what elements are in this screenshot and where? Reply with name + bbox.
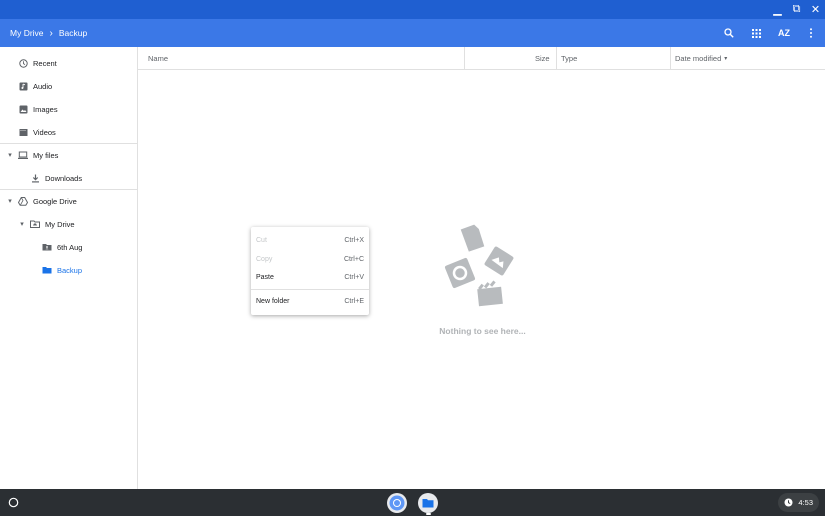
sidebar-item-label: Backup <box>57 265 83 275</box>
breadcrumb-my-drive[interactable]: My Drive <box>10 28 44 38</box>
sidebar-item-label: Downloads <box>45 173 83 183</box>
audio-icon <box>444 257 476 289</box>
sidebar-item-recent[interactable]: Recent <box>0 53 137 73</box>
column-label: Type <box>561 53 578 63</box>
image-icon <box>18 104 28 114</box>
column-date-modified[interactable]: Date modified ▾ <box>675 47 727 69</box>
files-folder-icon <box>422 499 434 508</box>
column-size[interactable]: Size <box>535 47 550 69</box>
launcher-button[interactable] <box>6 495 21 510</box>
menu-item-copy[interactable]: Copy Ctrl+C <box>251 251 369 267</box>
menu-item-shortcut: Ctrl+E <box>344 297 364 305</box>
column-type[interactable]: Type <box>561 47 577 69</box>
shelf: 4:53 <box>0 489 825 516</box>
download-icon <box>30 173 40 183</box>
sort-arrow-down-icon: ▾ <box>724 55 728 62</box>
sidebar-item-label: 6th Aug <box>57 242 83 252</box>
chrome-icon <box>389 495 405 511</box>
column-label: Name <box>148 53 169 63</box>
sidebar-item-label: Recent <box>33 58 57 68</box>
files-app-button[interactable] <box>418 493 438 513</box>
menu-item-shortcut: Ctrl+V <box>344 273 364 281</box>
menu-item-label: Paste <box>256 273 274 281</box>
empty-folder-illustration <box>444 224 514 307</box>
breadcrumb-backup[interactable]: Backup <box>59 28 87 38</box>
column-label: Date modified <box>675 53 722 63</box>
app-header: My Drive › Backup AZ <box>0 19 825 47</box>
sidebar-item-downloads[interactable]: Downloads <box>0 168 137 188</box>
clock-time: 4:53 <box>798 498 813 507</box>
sidebar-item-label: Videos <box>33 127 56 137</box>
video-icon <box>477 280 503 307</box>
menu-item-paste[interactable]: Paste Ctrl+V <box>251 269 369 285</box>
empty-state-text: Nothing to see here... <box>439 326 526 336</box>
window-titlebar: ▁ ⧉ ✕ <box>0 0 825 19</box>
audio-icon <box>18 81 28 91</box>
breadcrumb: My Drive › Backup <box>10 19 87 47</box>
launcher-circle-icon <box>8 497 19 508</box>
folder-icon <box>42 265 52 275</box>
sort-button[interactable]: AZ <box>774 23 794 43</box>
image-icon <box>484 246 514 276</box>
menu-item-cut[interactable]: Cut Ctrl+X <box>251 232 369 248</box>
more-options-button[interactable] <box>801 23 821 43</box>
drive-icon <box>18 196 28 206</box>
search-icon <box>724 28 734 38</box>
file-icon <box>460 224 485 252</box>
sidebar-item-my-drive[interactable]: My Drive <box>0 214 137 234</box>
running-indicator <box>426 513 431 515</box>
search-button[interactable] <box>719 23 739 43</box>
status-icon <box>784 498 793 507</box>
chevron-right-icon: › <box>49 27 53 39</box>
menu-item-label: New folder <box>256 297 290 305</box>
column-label: Size <box>535 53 550 63</box>
more-vert-icon <box>810 28 812 38</box>
menu-item-label: Cut <box>256 236 267 244</box>
column-divider[interactable] <box>556 47 557 69</box>
menu-item-new-folder[interactable]: New folder Ctrl+E <box>251 293 369 309</box>
sidebar-item-backup[interactable]: Backup <box>0 260 137 280</box>
sidebar-item-label: My Drive <box>45 219 75 229</box>
status-tray[interactable]: 4:53 <box>778 493 819 512</box>
close-button[interactable]: ✕ <box>806 0 825 19</box>
divider <box>0 189 137 190</box>
minimize-button[interactable]: ▁ <box>768 0 787 19</box>
grid-icon <box>751 28 761 38</box>
video-icon <box>18 127 28 137</box>
file-list-header: Name Size Type Date modified ▾ <box>138 47 825 70</box>
sidebar-item-my-files[interactable]: My files <box>0 145 137 165</box>
sidebar-item-videos[interactable]: Videos <box>0 122 137 142</box>
laptop-icon <box>18 150 28 160</box>
menu-item-shortcut: Ctrl+X <box>344 236 364 244</box>
sidebar-item-label: Audio <box>33 81 53 91</box>
sidebar: Recent Audio Images Videos ▾ My files Do… <box>0 47 138 489</box>
menu-item-label: Copy <box>256 255 273 263</box>
sidebar-item-audio[interactable]: Audio <box>0 76 137 96</box>
drive-folder-icon <box>30 219 40 229</box>
column-divider[interactable] <box>670 47 671 69</box>
divider <box>0 143 137 144</box>
sidebar-item-label: My files <box>33 150 59 160</box>
grid-view-button[interactable] <box>746 23 766 43</box>
clock-icon <box>18 58 28 68</box>
column-name[interactable]: Name <box>148 47 168 69</box>
sidebar-item-images[interactable]: Images <box>0 99 137 119</box>
column-divider[interactable] <box>464 47 465 69</box>
chrome-app-button[interactable] <box>387 493 407 513</box>
sidebar-item-6th-aug[interactable]: 6th Aug <box>0 237 137 257</box>
sidebar-item-label: Google Drive <box>33 196 77 206</box>
context-menu: Cut Ctrl+X Copy Ctrl+C Paste Ctrl+V New … <box>251 227 369 315</box>
shared-folder-icon <box>42 242 52 252</box>
menu-item-shortcut: Ctrl+C <box>343 255 364 263</box>
maximize-button[interactable]: ⧉ <box>787 0 806 19</box>
sidebar-item-google-drive[interactable]: Google Drive <box>0 191 137 211</box>
menu-divider <box>251 289 369 290</box>
sidebar-item-label: Images <box>33 104 58 114</box>
